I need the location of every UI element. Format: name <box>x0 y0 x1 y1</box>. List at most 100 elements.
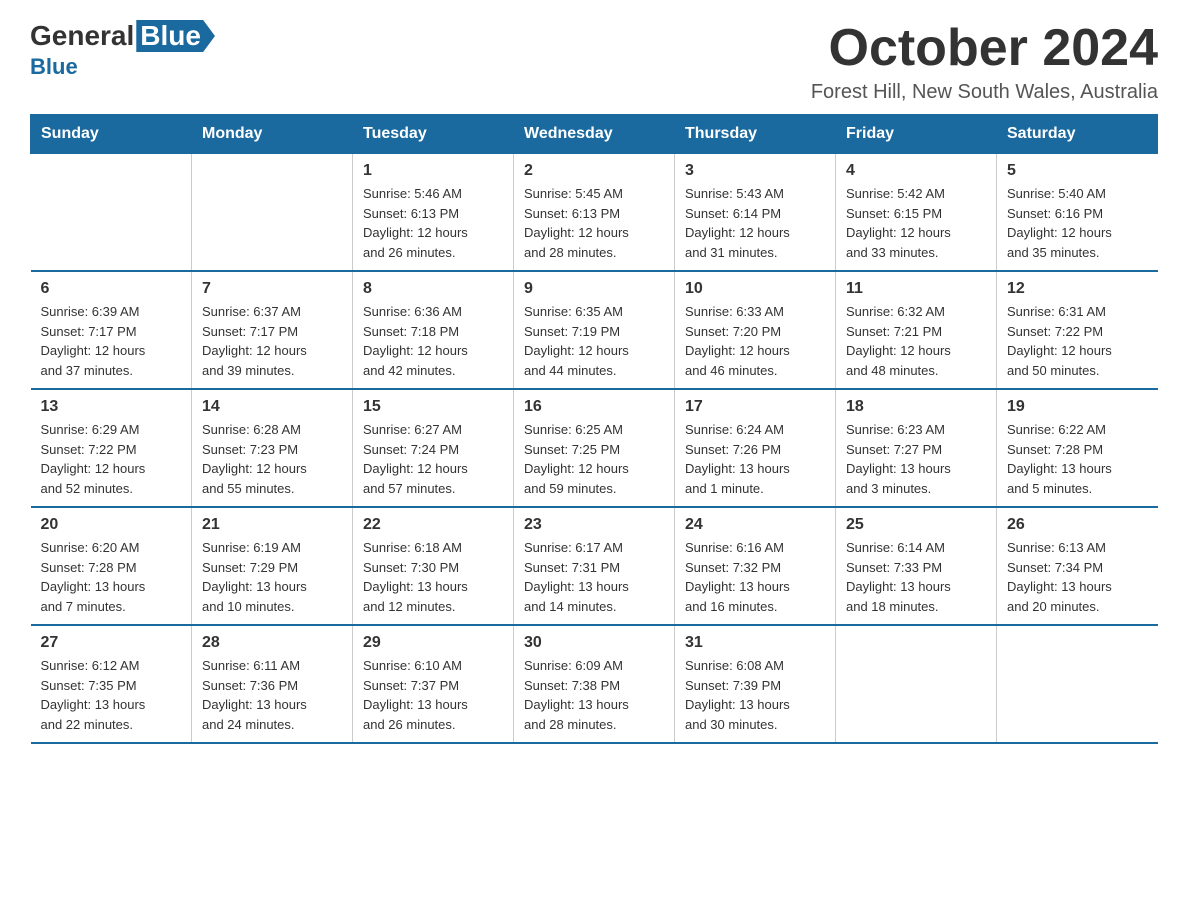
day-info: Sunrise: 6:18 AM Sunset: 7:30 PM Dayligh… <box>363 538 503 616</box>
calendar-day-cell: 1 Sunrise: 5:46 AM Sunset: 6:13 PM Daylig… <box>353 154 514 272</box>
day-info: Sunrise: 6:08 AM Sunset: 7:39 PM Dayligh… <box>685 656 825 734</box>
calendar-day-cell: 2Sunrise: 5:45 AM Sunset: 6:13 PM Daylig… <box>514 154 675 272</box>
day-number: 22 <box>363 516 503 534</box>
day-info: Sunrise: 6:36 AM Sunset: 7:18 PM Dayligh… <box>363 302 503 380</box>
day-number: 6 <box>41 280 182 298</box>
calendar-day-cell: 12Sunrise: 6:31 AM Sunset: 7:22 PM Dayli… <box>997 271 1158 389</box>
calendar-day-cell: 10 Sunrise: 6:33 AM Sunset: 7:20 PM Dayli… <box>675 271 836 389</box>
day-info: Sunrise: 6:13 AM Sunset: 7:34 PM Dayligh… <box>1007 538 1148 616</box>
logo-blue-box: Blue <box>136 20 215 52</box>
day-number: 7 <box>202 280 342 298</box>
calendar-day-cell: 25 Sunrise: 6:14 AM Sunset: 7:33 PM Dayli… <box>836 507 997 625</box>
day-of-week-header: Sunday <box>31 115 192 154</box>
day-number: 10 <box>685 280 825 298</box>
day-of-week-header: Monday <box>192 115 353 154</box>
day-number: 18 <box>846 398 986 416</box>
calendar-day-cell: 28 Sunrise: 6:11 AM Sunset: 7:36 PM Dayli… <box>192 625 353 743</box>
day-info: Sunrise: 6:31 AM Sunset: 7:22 PM Dayligh… <box>1007 302 1148 380</box>
day-info: Sunrise: 6:12 AM Sunset: 7:35 PM Dayligh… <box>41 656 182 734</box>
calendar-day-cell: 13 Sunrise: 6:29 AM Sunset: 7:22 PM Dayli… <box>31 389 192 507</box>
month-title: October 2024 <box>811 20 1158 77</box>
location-subtitle: Forest Hill, New South Wales, Australia <box>811 81 1158 104</box>
calendar-day-cell <box>836 625 997 743</box>
calendar-day-cell <box>192 154 353 272</box>
calendar-day-cell: 22 Sunrise: 6:18 AM Sunset: 7:30 PM Dayli… <box>353 507 514 625</box>
day-number: 28 <box>202 634 342 652</box>
calendar-week-row: 20Sunrise: 6:20 AM Sunset: 7:28 PM Dayli… <box>31 507 1158 625</box>
day-number: 15 <box>363 398 503 416</box>
day-number: 30 <box>524 634 664 652</box>
day-of-week-header: Wednesday <box>514 115 675 154</box>
day-info: Sunrise: 5:42 AM Sunset: 6:15 PM Dayligh… <box>846 184 986 262</box>
calendar-week-row: 13 Sunrise: 6:29 AM Sunset: 7:22 PM Dayli… <box>31 389 1158 507</box>
day-number: 25 <box>846 516 986 534</box>
day-number: 17 <box>685 398 825 416</box>
calendar-day-cell: 15 Sunrise: 6:27 AM Sunset: 7:24 PM Dayli… <box>353 389 514 507</box>
calendar-table: SundayMondayTuesdayWednesdayThursdayFrid… <box>30 114 1158 744</box>
calendar-day-cell: 21Sunrise: 6:19 AM Sunset: 7:29 PM Dayli… <box>192 507 353 625</box>
title-area: October 2024 Forest Hill, New South Wale… <box>811 20 1158 104</box>
day-info: Sunrise: 6:25 AM Sunset: 7:25 PM Dayligh… <box>524 420 664 498</box>
calendar-day-cell: 29 Sunrise: 6:10 AM Sunset: 7:37 PM Dayli… <box>353 625 514 743</box>
day-of-week-header: Tuesday <box>353 115 514 154</box>
day-number: 13 <box>41 398 182 416</box>
day-info: Sunrise: 5:45 AM Sunset: 6:13 PM Dayligh… <box>524 184 664 262</box>
calendar-day-cell: 5Sunrise: 5:40 AM Sunset: 6:16 PM Daylig… <box>997 154 1158 272</box>
calendar-day-cell: 19 Sunrise: 6:22 AM Sunset: 7:28 PM Dayli… <box>997 389 1158 507</box>
day-info: Sunrise: 6:10 AM Sunset: 7:37 PM Dayligh… <box>363 656 503 734</box>
calendar-day-cell <box>997 625 1158 743</box>
day-number: 29 <box>363 634 503 652</box>
day-info: Sunrise: 6:09 AM Sunset: 7:38 PM Dayligh… <box>524 656 664 734</box>
calendar-day-cell: 18 Sunrise: 6:23 AM Sunset: 7:27 PM Dayli… <box>836 389 997 507</box>
calendar-day-cell: 7 Sunrise: 6:37 AM Sunset: 7:17 PM Daylig… <box>192 271 353 389</box>
calendar-week-row: 1 Sunrise: 5:46 AM Sunset: 6:13 PM Daylig… <box>31 154 1158 272</box>
day-number: 24 <box>685 516 825 534</box>
day-number: 8 <box>363 280 503 298</box>
day-number: 3 <box>685 162 825 180</box>
calendar-day-cell: 9Sunrise: 6:35 AM Sunset: 7:19 PM Daylig… <box>514 271 675 389</box>
day-number: 11 <box>846 280 986 298</box>
day-number: 31 <box>685 634 825 652</box>
day-number: 9 <box>524 280 664 298</box>
day-number: 4 <box>846 162 986 180</box>
calendar-day-cell: 20Sunrise: 6:20 AM Sunset: 7:28 PM Dayli… <box>31 507 192 625</box>
day-info: Sunrise: 6:33 AM Sunset: 7:20 PM Dayligh… <box>685 302 825 380</box>
day-info: Sunrise: 6:23 AM Sunset: 7:27 PM Dayligh… <box>846 420 986 498</box>
day-info: Sunrise: 6:37 AM Sunset: 7:17 PM Dayligh… <box>202 302 342 380</box>
day-number: 14 <box>202 398 342 416</box>
calendar-day-cell <box>31 154 192 272</box>
day-info: Sunrise: 5:43 AM Sunset: 6:14 PM Dayligh… <box>685 184 825 262</box>
day-info: Sunrise: 6:32 AM Sunset: 7:21 PM Dayligh… <box>846 302 986 380</box>
day-number: 23 <box>524 516 664 534</box>
day-info: Sunrise: 6:14 AM Sunset: 7:33 PM Dayligh… <box>846 538 986 616</box>
calendar-week-row: 6Sunrise: 6:39 AM Sunset: 7:17 PM Daylig… <box>31 271 1158 389</box>
day-info: Sunrise: 6:22 AM Sunset: 7:28 PM Dayligh… <box>1007 420 1148 498</box>
calendar-day-cell: 31 Sunrise: 6:08 AM Sunset: 7:39 PM Dayli… <box>675 625 836 743</box>
day-info: Sunrise: 6:29 AM Sunset: 7:22 PM Dayligh… <box>41 420 182 498</box>
day-info: Sunrise: 6:24 AM Sunset: 7:26 PM Dayligh… <box>685 420 825 498</box>
page-header: General Blue Blue October 2024 Forest Hi… <box>30 20 1158 104</box>
calendar-day-cell: 23 Sunrise: 6:17 AM Sunset: 7:31 PM Dayli… <box>514 507 675 625</box>
calendar-day-cell: 17 Sunrise: 6:24 AM Sunset: 7:26 PM Dayli… <box>675 389 836 507</box>
day-number: 19 <box>1007 398 1148 416</box>
day-info: Sunrise: 6:17 AM Sunset: 7:31 PM Dayligh… <box>524 538 664 616</box>
calendar-day-cell: 8 Sunrise: 6:36 AM Sunset: 7:18 PM Daylig… <box>353 271 514 389</box>
day-info: Sunrise: 5:46 AM Sunset: 6:13 PM Dayligh… <box>363 184 503 262</box>
calendar-day-cell: 6Sunrise: 6:39 AM Sunset: 7:17 PM Daylig… <box>31 271 192 389</box>
day-of-week-header: Saturday <box>997 115 1158 154</box>
day-info: Sunrise: 6:16 AM Sunset: 7:32 PM Dayligh… <box>685 538 825 616</box>
day-info: Sunrise: 6:27 AM Sunset: 7:24 PM Dayligh… <box>363 420 503 498</box>
day-info: Sunrise: 6:19 AM Sunset: 7:29 PM Dayligh… <box>202 538 342 616</box>
calendar-week-row: 27Sunrise: 6:12 AM Sunset: 7:35 PM Dayli… <box>31 625 1158 743</box>
calendar-day-cell: 4 Sunrise: 5:42 AM Sunset: 6:15 PM Daylig… <box>836 154 997 272</box>
calendar-header-row: SundayMondayTuesdayWednesdayThursdayFrid… <box>31 115 1158 154</box>
logo: General Blue Blue <box>30 20 215 80</box>
day-number: 20 <box>41 516 182 534</box>
calendar-day-cell: 30 Sunrise: 6:09 AM Sunset: 7:38 PM Dayli… <box>514 625 675 743</box>
calendar-day-cell: 16Sunrise: 6:25 AM Sunset: 7:25 PM Dayli… <box>514 389 675 507</box>
day-number: 1 <box>363 162 503 180</box>
calendar-day-cell: 3 Sunrise: 5:43 AM Sunset: 6:14 PM Daylig… <box>675 154 836 272</box>
day-info: Sunrise: 6:28 AM Sunset: 7:23 PM Dayligh… <box>202 420 342 498</box>
day-info: Sunrise: 6:11 AM Sunset: 7:36 PM Dayligh… <box>202 656 342 734</box>
logo-general-text: General <box>30 20 134 52</box>
